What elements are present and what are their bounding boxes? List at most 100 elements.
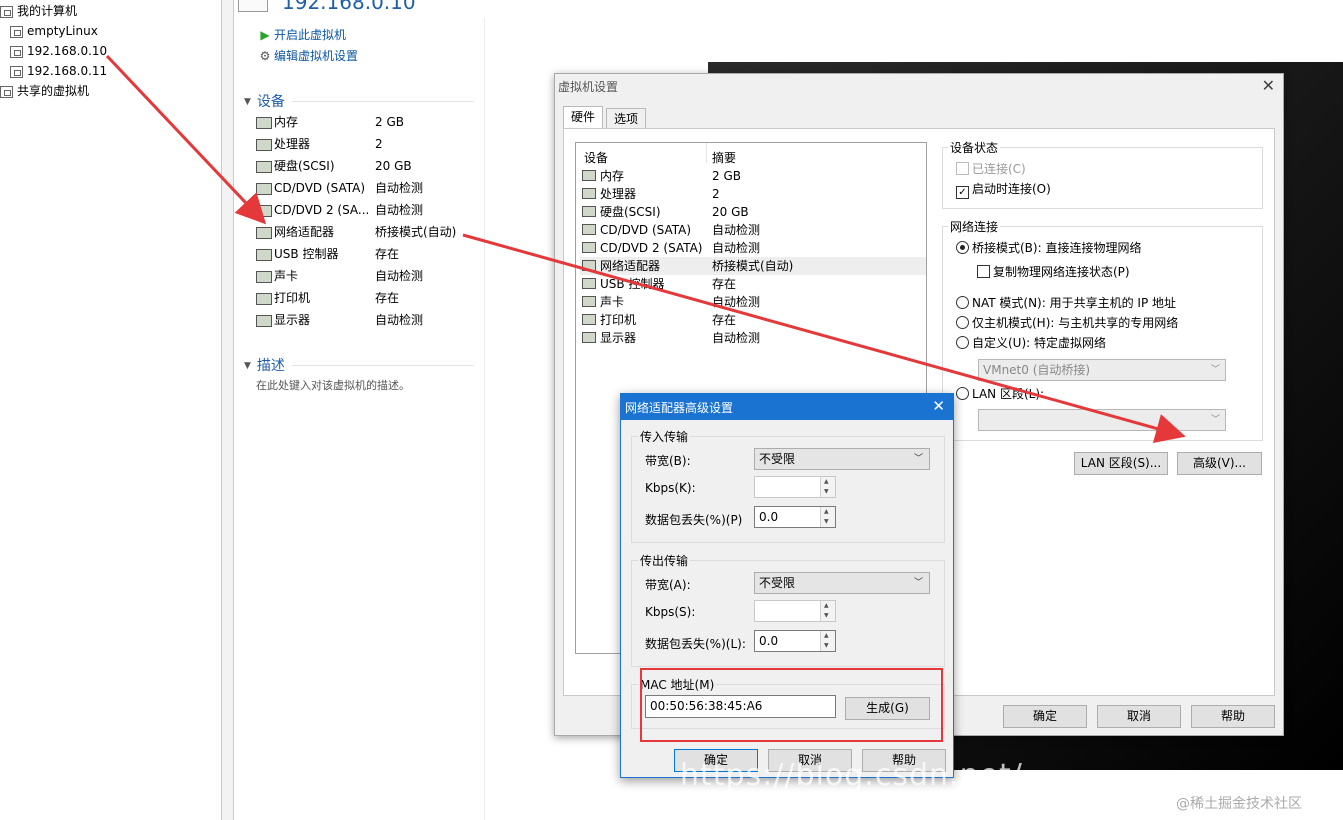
hardware-row[interactable]: 硬盘(SCSI) 20 GB [580, 203, 926, 221]
close-icon[interactable]: ✕ [1262, 76, 1275, 95]
ok-button[interactable]: 确定 [1003, 705, 1087, 728]
outgoing-loss-stepper[interactable]: 0.0 [754, 630, 836, 652]
pane-splitter[interactable] [222, 0, 234, 820]
edit-settings-link[interactable]: ⚙ 编辑虚拟机设置 [258, 47, 358, 65]
description-section-header[interactable]: ▼ 描述 [244, 355, 285, 375]
spinner-arrows-icon[interactable] [820, 507, 835, 527]
host-only-radio[interactable]: 仅主机模式(H): 与主机共享的专用网络 [956, 315, 1178, 331]
connected-checkbox[interactable]: 已连接(C) [956, 161, 1026, 177]
device-item[interactable]: 硬盘(SCSI) [256, 155, 335, 177]
device-icon [256, 182, 272, 195]
divider [292, 365, 474, 366]
device-icon [582, 206, 596, 217]
tab-hardware[interactable]: 硬件 [563, 106, 604, 130]
device-value: 20 GB [375, 159, 412, 173]
column-header-device[interactable]: 设备 [584, 149, 608, 166]
device-item[interactable]: 显示器 [256, 309, 310, 331]
incoming-bandwidth-select[interactable]: 不受限 ﹀ [754, 448, 930, 470]
spinner-arrows-icon[interactable] [820, 631, 835, 651]
device-icon [256, 116, 272, 129]
bandwidth-label: 带宽(B): [645, 454, 691, 468]
hardware-row[interactable]: USB 控制器 存在 [580, 275, 926, 293]
outgoing-kbps-stepper[interactable] [754, 600, 836, 622]
device-item[interactable]: 处理器 [256, 133, 310, 155]
device-item[interactable]: CD/DVD 2 (SA... [256, 199, 369, 221]
tree-item-vm[interactable]: 192.168.0.11 [10, 62, 107, 80]
device-icon [582, 188, 596, 199]
connect-on-start-checkbox[interactable]: ✓ 启动时连接(O) [956, 181, 1051, 199]
tab-options[interactable]: 选项 [606, 108, 647, 130]
device-value: 自动检测 [375, 313, 424, 327]
play-icon: ▶ [260, 28, 270, 42]
custom-radio[interactable]: 自定义(U): 特定虚拟网络 [956, 335, 1106, 351]
hardware-row[interactable]: 网络适配器 桥接模式(自动) [580, 257, 926, 275]
close-icon[interactable]: ✕ [932, 397, 945, 415]
tree-item-vm[interactable]: 192.168.0.10 [10, 42, 108, 60]
help-button[interactable]: 帮助 [1191, 705, 1275, 728]
hardware-row[interactable]: CD/DVD 2 (SATA) 自动检测 [580, 239, 926, 257]
bridged-radio[interactable]: 桥接模式(B): 直接连接物理网络 [956, 240, 1141, 256]
checkbox-icon [956, 162, 969, 175]
computer-icon [0, 5, 13, 18]
device-icon [256, 138, 272, 151]
group-title: 传入传输 [638, 428, 691, 445]
hardware-row[interactable]: 显示器 自动检测 [580, 329, 926, 347]
replicate-state-checkbox[interactable]: 复制物理网络连接状态(P) [977, 264, 1130, 280]
incoming-kbps-stepper[interactable] [754, 476, 836, 498]
group-title: 网络连接 [948, 218, 1001, 235]
device-item[interactable]: 打印机 [256, 287, 310, 309]
group-title: 传出传输 [638, 552, 691, 569]
column-header-summary[interactable]: 摘要 [712, 149, 736, 166]
settings-icon: ⚙ [259, 49, 271, 63]
device-icon [582, 260, 596, 271]
watermark-text: https://blog.csdn.net/... [680, 758, 1055, 793]
tree-item-vm[interactable]: emptyLinux [10, 22, 98, 40]
device-item[interactable]: 网络适配器 [256, 221, 334, 243]
radio-icon [956, 336, 969, 349]
kbps-label: Kbps(K): [645, 481, 696, 495]
hardware-row[interactable]: 处理器 2 [580, 185, 926, 203]
device-icon [582, 314, 596, 325]
device-item[interactable]: 内存 [256, 111, 298, 133]
hardware-row[interactable]: CD/DVD (SATA) 自动检测 [580, 221, 926, 239]
devices-section-header[interactable]: ▼ 设备 [244, 91, 285, 111]
vm-icon [10, 65, 23, 78]
dialog-title: 网络适配器高级设置 [625, 401, 734, 415]
collapse-icon: ▼ [244, 97, 251, 107]
device-item[interactable]: 声卡 [256, 265, 298, 287]
device-icon [256, 226, 272, 239]
hardware-row[interactable]: 声卡 自动检测 [580, 293, 926, 311]
checkbox-icon [977, 265, 990, 278]
nat-radio[interactable]: NAT 模式(N): 用于共享主机的 IP 地址 [956, 295, 1176, 311]
lan-segment-radio[interactable]: LAN 区段(L): [956, 386, 1044, 402]
spinner-arrows-icon[interactable] [820, 477, 835, 497]
lan-segment-select[interactable]: ﹀ [978, 409, 1226, 431]
vm-icon [10, 25, 23, 38]
hardware-row[interactable]: 打印机 存在 [580, 311, 926, 329]
tree-item-shared-vms[interactable]: 共享的虚拟机 [0, 82, 89, 100]
spinner-arrows-icon[interactable] [820, 601, 835, 621]
device-icon [582, 224, 596, 235]
device-item[interactable]: CD/DVD (SATA) [256, 177, 365, 199]
device-icon [256, 248, 272, 261]
credit-text: @稀土掘金技术社区 [1176, 796, 1302, 812]
lan-segments-button[interactable]: LAN 区段(S)... [1074, 452, 1168, 475]
radio-icon [956, 296, 969, 309]
incoming-loss-stepper[interactable]: 0.0 [754, 506, 836, 528]
power-on-link[interactable]: ▶ 开启此虚拟机 [258, 26, 346, 44]
radio-selected-icon [956, 241, 969, 254]
cancel-button[interactable]: 取消 [1097, 705, 1181, 728]
divider [484, 18, 485, 820]
chevron-down-icon: ﹀ [913, 454, 923, 464]
tree-item-my-computer[interactable]: 我的计算机 [0, 2, 77, 20]
outgoing-bandwidth-select[interactable]: 不受限 ﹀ [754, 572, 930, 594]
description-placeholder[interactable]: 在此处键入对该虚拟机的描述。 [256, 377, 410, 393]
device-item[interactable]: USB 控制器 [256, 243, 338, 265]
advanced-button[interactable]: 高级(V)... [1177, 452, 1262, 475]
hardware-row[interactable]: 内存 2 GB [580, 167, 926, 185]
packet-loss-label: 数据包丢失(%)(P) [645, 513, 743, 527]
chevron-down-icon: ﹀ [1210, 415, 1220, 425]
device-value: 自动检测 [375, 181, 424, 195]
column-divider [706, 143, 707, 163]
vmnet-select[interactable]: VMnet0 (自动桥接) ﹀ [978, 359, 1226, 381]
